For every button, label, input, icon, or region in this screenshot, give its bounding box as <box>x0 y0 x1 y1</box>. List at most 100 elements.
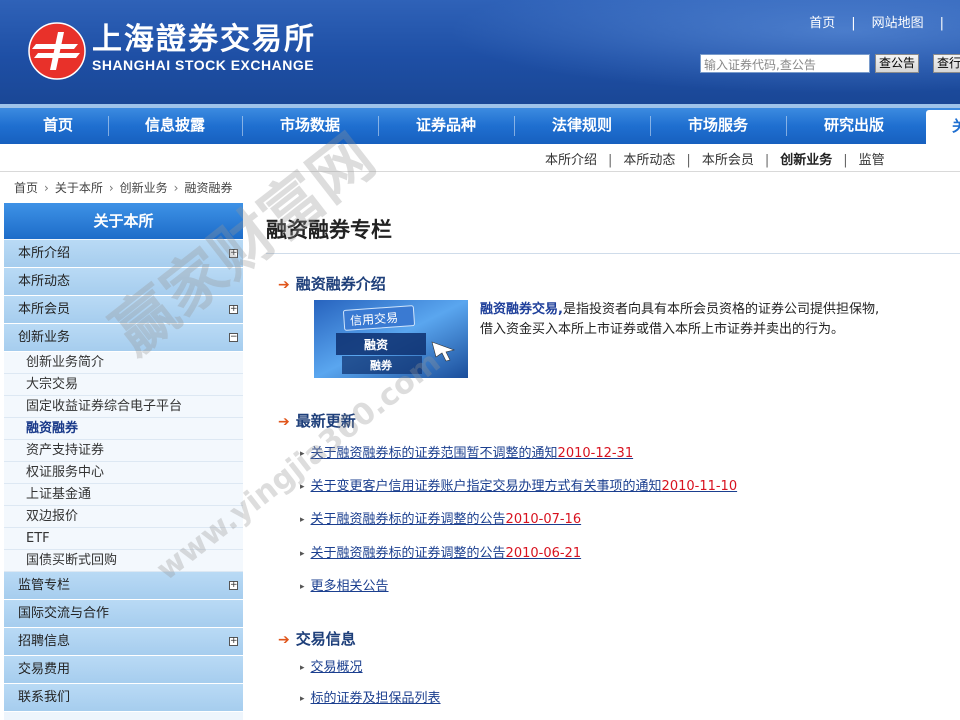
section-heading-text: 交易信息 <box>295 630 356 648</box>
main-nav: 首页 信息披露 市场数据 证券品种 法律规则 市场服务 研究出版 关 <box>0 108 960 144</box>
sidebar-sub-warrant[interactable]: 权证服务中心 <box>4 462 243 484</box>
sidebar-item-label: 本所动态 <box>18 274 71 289</box>
sidebar-item-fees[interactable]: 交易费用 <box>4 656 243 684</box>
page-root: 上海證券交易所 SHANGHAI STOCK EXCHANGE 首页 | 网站地图 |… <box>0 0 960 720</box>
sidebar-title: 关于本所 <box>4 203 243 239</box>
arrow-right-icon: ➔ <box>278 277 290 293</box>
sidebar-item-label: 本所介绍 <box>18 246 71 261</box>
expand-plus-icon[interactable]: + <box>229 248 238 258</box>
nav-item-market-data[interactable]: 市场数据 <box>242 108 378 144</box>
breadcrumb-about[interactable]: 关于本所 <box>55 181 103 195</box>
trade-link[interactable]: 交易概况 <box>311 660 363 675</box>
sidebar-item-contact[interactable]: 联系我们 <box>4 684 243 712</box>
trade-link[interactable]: 标的证券及担保品列表 <box>311 691 441 706</box>
main-content: 融资融券专栏 ➔ 融资融券介绍 信用交易 融资 融券 融资融券交易,是指投资者向… <box>266 203 960 720</box>
breadcrumb-chevron-icon: › <box>108 181 114 195</box>
sidebar-item-intro[interactable]: 本所介绍 + <box>4 240 243 268</box>
news-item[interactable]: ▸ 关于融资融券标的证券范围暂不调整的通知2010-12-31 <box>300 442 633 461</box>
section-heading-intro: ➔ 融资融券介绍 <box>278 273 386 294</box>
nav-item-home[interactable]: 首页 <box>0 108 116 144</box>
search-input[interactable]: 输入证券代码,查公告 <box>700 54 870 73</box>
sidebar-sub-margin-trading[interactable]: 融资融券 <box>4 418 243 440</box>
page-title: 融资融券专栏 <box>266 218 392 242</box>
sub-nav-items: 本所介绍 | 本所动态 | 本所会员 | 创新业务 | 监管 <box>545 149 885 168</box>
bullet-icon: ▸ <box>300 448 305 459</box>
breadcrumb-chevron-icon: › <box>173 181 179 195</box>
image-label-short: 融券 <box>370 358 393 372</box>
logo-english-name: SHANGHAI STOCK EXCHANGE <box>92 57 315 73</box>
trade-item[interactable]: ▸ 标的证券及担保品列表 <box>300 687 441 706</box>
search-quote-button[interactable]: 查行 <box>933 54 960 73</box>
news-item[interactable]: ▸ 关于融资融券标的证券调整的公告2010-06-21 <box>300 542 581 561</box>
subnav-item-intro[interactable]: 本所介绍 <box>545 153 597 168</box>
intro-text-2: 借入资金买入本所上市证券或借入本所上市证券并卖出的行为。 <box>480 322 845 337</box>
nav-item-securities[interactable]: 证券品种 <box>378 108 514 144</box>
collapse-minus-icon[interactable]: − <box>229 332 238 342</box>
breadcrumb-home[interactable]: 首页 <box>14 181 38 195</box>
news-more[interactable]: ▸ 更多相关公告 <box>300 575 389 594</box>
sidebar-sub-fixed-income[interactable]: 固定收益证券综合电子平台 <box>4 396 243 418</box>
top-link-sitemap[interactable]: 网站地图 <box>872 12 924 31</box>
sidebar-sub-repo[interactable]: 国债买断式回购 <box>4 550 243 572</box>
sidebar-item-label: 创新业务 <box>18 330 71 345</box>
sidebar: 关于本所 本所介绍 + 本所动态 本所会员 + 创新业务 − 创新业务简介 大宗… <box>4 203 243 720</box>
nav-item-services[interactable]: 市场服务 <box>650 108 786 144</box>
sidebar-item-innovation[interactable]: 创新业务 − <box>4 324 243 352</box>
breadcrumb-current: 融资融券 <box>184 181 233 195</box>
subnav-item-innovation[interactable]: 创新业务 <box>780 153 832 168</box>
breadcrumb-innovation[interactable]: 创新业务 <box>120 181 168 195</box>
expand-plus-icon[interactable]: + <box>229 580 238 590</box>
news-item[interactable]: ▸ 关于变更客户信用证券账户指定交易办理方式有关事项的通知2010-11-10 <box>300 475 737 494</box>
site-logo[interactable]: 上海證券交易所 SHANGHAI STOCK EXCHANGE <box>28 22 358 82</box>
sidebar-sub-etf[interactable]: ETF <box>4 528 243 550</box>
breadcrumb-chevron-icon: › <box>44 181 49 195</box>
expand-plus-icon[interactable]: + <box>229 636 238 646</box>
intro-text-1: 是指投资者向具有本所会员资格的证券公司提供担保物, <box>562 302 880 317</box>
intro-lead: 融资融券交易, <box>480 302 563 317</box>
section-heading-text: 最新更新 <box>295 412 356 430</box>
site-header: 上海證券交易所 SHANGHAI STOCK EXCHANGE 首页 | 网站地图 |… <box>0 0 960 104</box>
arrow-right-icon: ➔ <box>278 632 290 648</box>
sidebar-sub-abs[interactable]: 资产支持证券 <box>4 440 243 462</box>
news-link[interactable]: 关于融资融券标的证券范围暂不调整的通知 <box>311 446 558 461</box>
bullet-icon: ▸ <box>300 481 305 492</box>
sidebar-item-label: 交易费用 <box>18 662 71 677</box>
sidebar-sub-innovation-intro[interactable]: 创新业务简介 <box>4 352 243 374</box>
expand-plus-icon[interactable]: + <box>229 304 238 314</box>
subnav-item-supervision[interactable]: 监管 <box>859 153 885 168</box>
sidebar-item-news[interactable]: 本所动态 <box>4 268 243 296</box>
subnav-divider: | <box>843 153 848 168</box>
logo-chinese-name: 上海證券交易所 <box>92 22 316 57</box>
sidebar-item-international[interactable]: 国际交流与合作 <box>4 600 243 628</box>
subnav-divider: | <box>608 153 613 168</box>
news-link[interactable]: 关于融资融券标的证券调整的公告 <box>311 546 506 561</box>
intro-paragraph: 融资融券交易,是指投资者向具有本所会员资格的证券公司提供担保物, 借入资金买入本… <box>480 300 960 340</box>
sidebar-sub-fund[interactable]: 上证基金通 <box>4 484 243 506</box>
subnav-item-news[interactable]: 本所动态 <box>623 153 675 168</box>
sidebar-sub-quote[interactable]: 双边报价 <box>4 506 243 528</box>
nav-item-about-active[interactable]: 关 <box>926 110 960 144</box>
breadcrumb: 首页 › 关于本所 › 创新业务 › 融资融券 <box>14 179 233 196</box>
subnav-divider: | <box>764 153 770 168</box>
image-label-margin: 融资 <box>364 337 388 352</box>
subnav-item-members[interactable]: 本所会员 <box>702 153 754 168</box>
intro-line-1: 融资融券交易,是指投资者向具有本所会员资格的证券公司提供担保物, <box>480 300 960 320</box>
sidebar-item-supervision[interactable]: 监管专栏 + <box>4 572 243 600</box>
bullet-icon: ▸ <box>300 693 305 704</box>
nav-item-disclosure[interactable]: 信息披露 <box>108 108 242 144</box>
sidebar-item-label: 联系我们 <box>18 690 71 705</box>
more-link[interactable]: 更多相关公告 <box>311 579 389 594</box>
trade-item[interactable]: ▸ 交易概况 <box>300 656 363 675</box>
sidebar-item-jobs[interactable]: 招聘信息 + <box>4 628 243 656</box>
news-link[interactable]: 关于变更客户信用证券账户指定交易办理方式有关事项的通知 <box>311 479 662 494</box>
news-item[interactable]: ▸ 关于融资融券标的证券调整的公告2010-07-16 <box>300 508 581 527</box>
top-link-home[interactable]: 首页 <box>809 12 835 31</box>
bullet-icon: ▸ <box>300 662 305 673</box>
news-link[interactable]: 关于融资融券标的证券调整的公告 <box>311 512 506 527</box>
sidebar-item-members[interactable]: 本所会员 + <box>4 296 243 324</box>
section-heading-trade: ➔ 交易信息 <box>278 628 356 649</box>
nav-item-rules[interactable]: 法律规则 <box>514 108 650 144</box>
search-announcement-button[interactable]: 查公告 <box>875 54 920 73</box>
sidebar-sub-block-trade[interactable]: 大宗交易 <box>4 374 243 396</box>
nav-item-research[interactable]: 研究出版 <box>786 108 922 144</box>
